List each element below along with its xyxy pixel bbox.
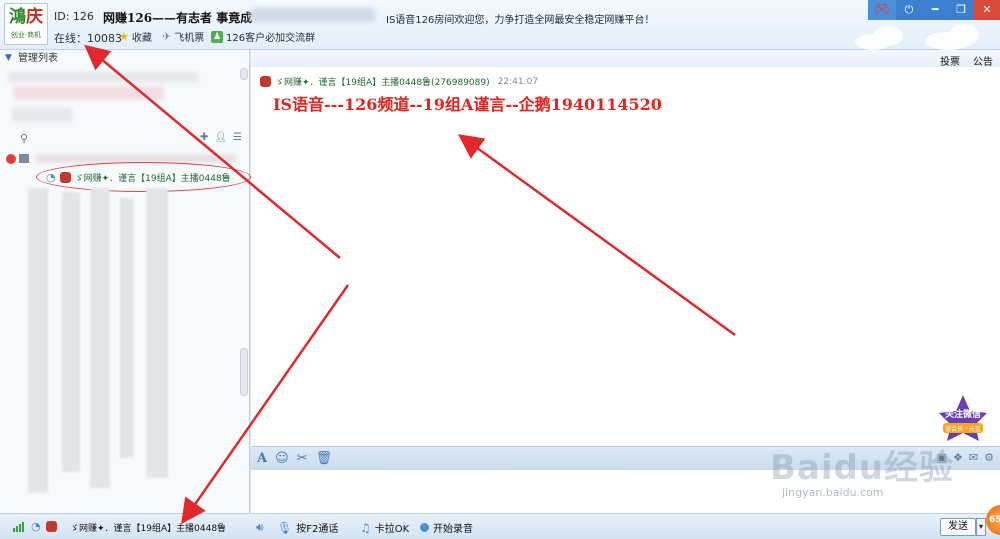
- collect-link[interactable]: ★ 收藏: [119, 29, 152, 44]
- search-icon[interactable]: ⚲: [20, 132, 28, 145]
- chat-panel: 投票 公告 ゞ网赚✦．谨言【19组A】主播0448鲁(276989089) 22…: [251, 50, 1000, 446]
- record-label: 开始录音: [433, 524, 473, 535]
- trash-icon[interactable]: 🗑︎: [316, 451, 333, 466]
- blurred-row: [14, 86, 164, 100]
- music-icon: ♫: [360, 520, 371, 535]
- font-icon[interactable]: A: [257, 451, 267, 466]
- scissors-icon[interactable]: ✂: [297, 451, 308, 466]
- input-toolbar: A ☺ ✂ 🗑︎ ▣ ❖ ✉ ⚙: [251, 446, 1000, 470]
- star-icon: ★: [119, 30, 129, 43]
- sender-avatar-icon: [260, 76, 271, 87]
- send-button[interactable]: 发送: [940, 518, 976, 536]
- user-icon[interactable]: 👤︎: [214, 132, 227, 143]
- clouds-decoration: [845, 20, 995, 50]
- group-icon: ♟: [211, 30, 223, 43]
- wechat-badge-line2: 送会员 · 元宝: [945, 425, 981, 433]
- karaoke-button[interactable]: ♫ 卡拉OK: [360, 520, 410, 536]
- speaker-button[interactable]: 🔊︎: [256, 520, 264, 535]
- emoji-icon[interactable]: ☺: [275, 451, 289, 466]
- chat-header: 投票 公告: [251, 50, 1000, 68]
- online-count: 在线：10083: [54, 32, 122, 45]
- collapse-icon[interactable]: [6, 154, 16, 164]
- chevron-down-icon: ▼: [5, 53, 12, 63]
- message-text: IS语音---126频道--19组A谨言--企鹅1940114520: [273, 95, 662, 114]
- message-time: 22:41:07: [497, 76, 539, 87]
- blurred-row: [12, 108, 72, 122]
- blurred-row: [8, 72, 198, 82]
- notice-button[interactable]: 公告: [973, 53, 993, 68]
- send-options-dropdown[interactable]: ▾: [976, 518, 986, 536]
- self-nickname: ゞ网赚✦．谨言【19组A】主播0448鲁: [70, 524, 227, 534]
- wechat-follow-badge[interactable]: 关注微信 送会员 · 元宝: [935, 393, 991, 443]
- settings-icon[interactable]: ⚙: [984, 451, 994, 464]
- wechat-badge-line1: 关注微信: [945, 408, 981, 420]
- record-icon: [420, 523, 429, 532]
- microphone-icon: 🎙︎: [277, 520, 293, 535]
- logo-mark: 鴻庆: [9, 7, 43, 27]
- message-sender[interactable]: ゞ网赚✦．谨言【19组A】主播0448鲁(276989089): [275, 75, 490, 88]
- scroll-thumb-top[interactable]: [240, 68, 248, 80]
- speaker-icon: 🔊︎: [256, 520, 264, 534]
- power-icon[interactable]: ⏻: [896, 0, 922, 20]
- chat-bubble-icon[interactable]: ✉: [969, 451, 978, 464]
- manage-list-header[interactable]: ▼ 管理列表: [0, 50, 249, 67]
- room-name: 网赚126——有志者 事竟成: [103, 11, 253, 25]
- room-logo[interactable]: 鴻庆 创业·商机: [4, 3, 48, 45]
- signal-icon: [13, 522, 25, 532]
- left-scrollbar[interactable]: [240, 68, 248, 511]
- maximize-icon[interactable]: ❐: [948, 0, 974, 20]
- blurred-user-list: [28, 188, 178, 493]
- plane-icon: ✈: [162, 30, 172, 43]
- close-icon[interactable]: ✕: [974, 0, 1000, 20]
- manage-list-label: 管理列表: [18, 53, 58, 64]
- channel-icon: [19, 154, 29, 163]
- f2-talk-label: 按F2通话: [296, 524, 339, 535]
- image-icon[interactable]: ▣: [937, 451, 947, 464]
- room-id: ID: 126: [54, 10, 94, 23]
- votes-button[interactable]: 投票: [940, 53, 960, 68]
- welcome-text: IS语音126房间欢迎您，力争打造全网最安全稳定网赚平台！: [386, 15, 655, 26]
- group-link[interactable]: ♟ 126客户必加交流群: [211, 29, 315, 44]
- ticket-label: 飞机票: [174, 33, 205, 44]
- gamepad-icon[interactable]: 🎮︎: [868, 0, 896, 20]
- mic-status-icon[interactable]: ◔: [31, 520, 41, 533]
- list-toolbar: ⚲ ✚ 👤︎ ☰: [0, 132, 248, 147]
- logo-subtitle: 创业·商机: [10, 31, 42, 39]
- add-user-icon[interactable]: ✚: [200, 132, 208, 143]
- scroll-thumb[interactable]: [240, 348, 248, 396]
- karaoke-label: 卡拉OK: [374, 524, 410, 535]
- title-bar: 鴻庆 创业·商机 ID: 126 网赚126——有志者 事竟成 IS语音126房…: [0, 0, 1000, 50]
- ticket-link[interactable]: ✈ 飞机票: [162, 29, 204, 44]
- message-meta: ゞ网赚✦．谨言【19组A】主播0448鲁(276989089) 22:41:07: [260, 75, 538, 88]
- left-panel: ▼ 管理列表 ⚲ ✚ 👤︎ ☰ ◔ ゞ网赚✦．谨言【19组A】主播0448鲁: [0, 50, 251, 513]
- gift-icon[interactable]: ❖: [953, 451, 963, 464]
- record-button[interactable]: 开始录音: [420, 520, 473, 535]
- group-label: 126客户必加交流群: [226, 33, 316, 44]
- status-bar: ◔ ゞ网赚✦．谨言【19组A】主播0448鲁 🔊︎ 🎙︎ 按F2通话 ♫ 卡拉O…: [0, 513, 1000, 539]
- window-controls: 🎮︎ ⏻ ━ ❐ ✕: [868, 0, 1000, 20]
- collect-label: 收藏: [131, 33, 152, 44]
- f2-talk-button[interactable]: 🎙︎ 按F2通话: [277, 520, 339, 536]
- minimize-icon[interactable]: ━: [922, 0, 948, 20]
- message-input[interactable]: [251, 470, 1000, 513]
- blurred-info: [250, 8, 375, 22]
- self-avatar-icon: [46, 521, 57, 532]
